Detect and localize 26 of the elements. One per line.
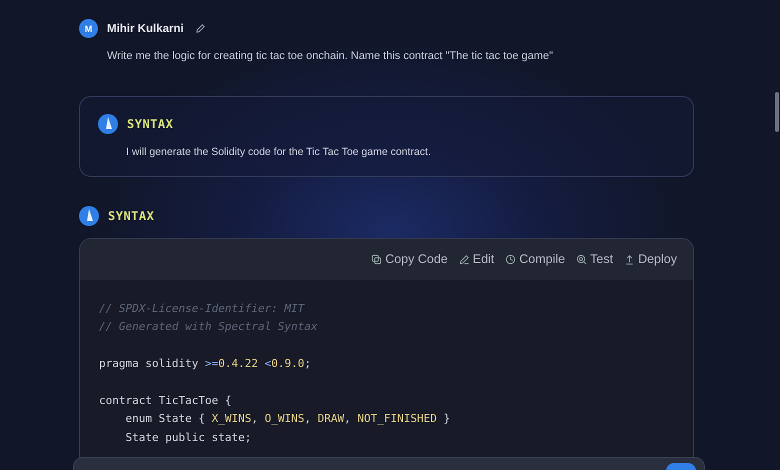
code-line: // Generated with Spectral Syntax [99, 319, 319, 336]
code-line: pragma solidity >=0.4.22 <0.9.0; [99, 356, 312, 372]
code-action-button[interactable]: Copy Code [371, 252, 448, 266]
pencil-icon[interactable] [194, 23, 206, 34]
code-line: enum State { X_WINS, O_WINS, DRAW, NOT_FINISHED } [124, 411, 452, 428]
user-message: Write me the logic for creating tic tac toe onchain. Name this contract "The tic tac toe game" [107, 50, 554, 62]
code-action-button[interactable]: Edit [458, 252, 494, 266]
code-action-button[interactable]: Deploy [624, 252, 677, 266]
user-name: Mihir Kulkarni [107, 22, 184, 34]
assistant-name: SYNTAX [127, 117, 174, 131]
assistant-name: SYNTAX [108, 209, 154, 223]
code-line: State public state; [124, 430, 252, 446]
timer-icon [505, 254, 516, 264]
code-line: // SPDX-License-Identifier: MIT [99, 301, 306, 317]
code-action-button[interactable]: Compile [505, 252, 566, 266]
code-action-button[interactable]: Test [576, 252, 614, 266]
magnifier-icon [576, 254, 588, 264]
upload-icon [624, 254, 636, 264]
assistant-message: I will generate the Solidity code for the Tic Tac Toe game contract. [126, 146, 432, 158]
code-line: contract TicTacToe { [99, 393, 232, 409]
logo-icon [79, 206, 99, 226]
pencil-icon [458, 254, 470, 264]
copy-icon [371, 254, 382, 264]
user-avatar: M [79, 19, 98, 38]
scrollbar-thumb[interactable] [775, 92, 779, 132]
logo-icon [98, 114, 118, 134]
